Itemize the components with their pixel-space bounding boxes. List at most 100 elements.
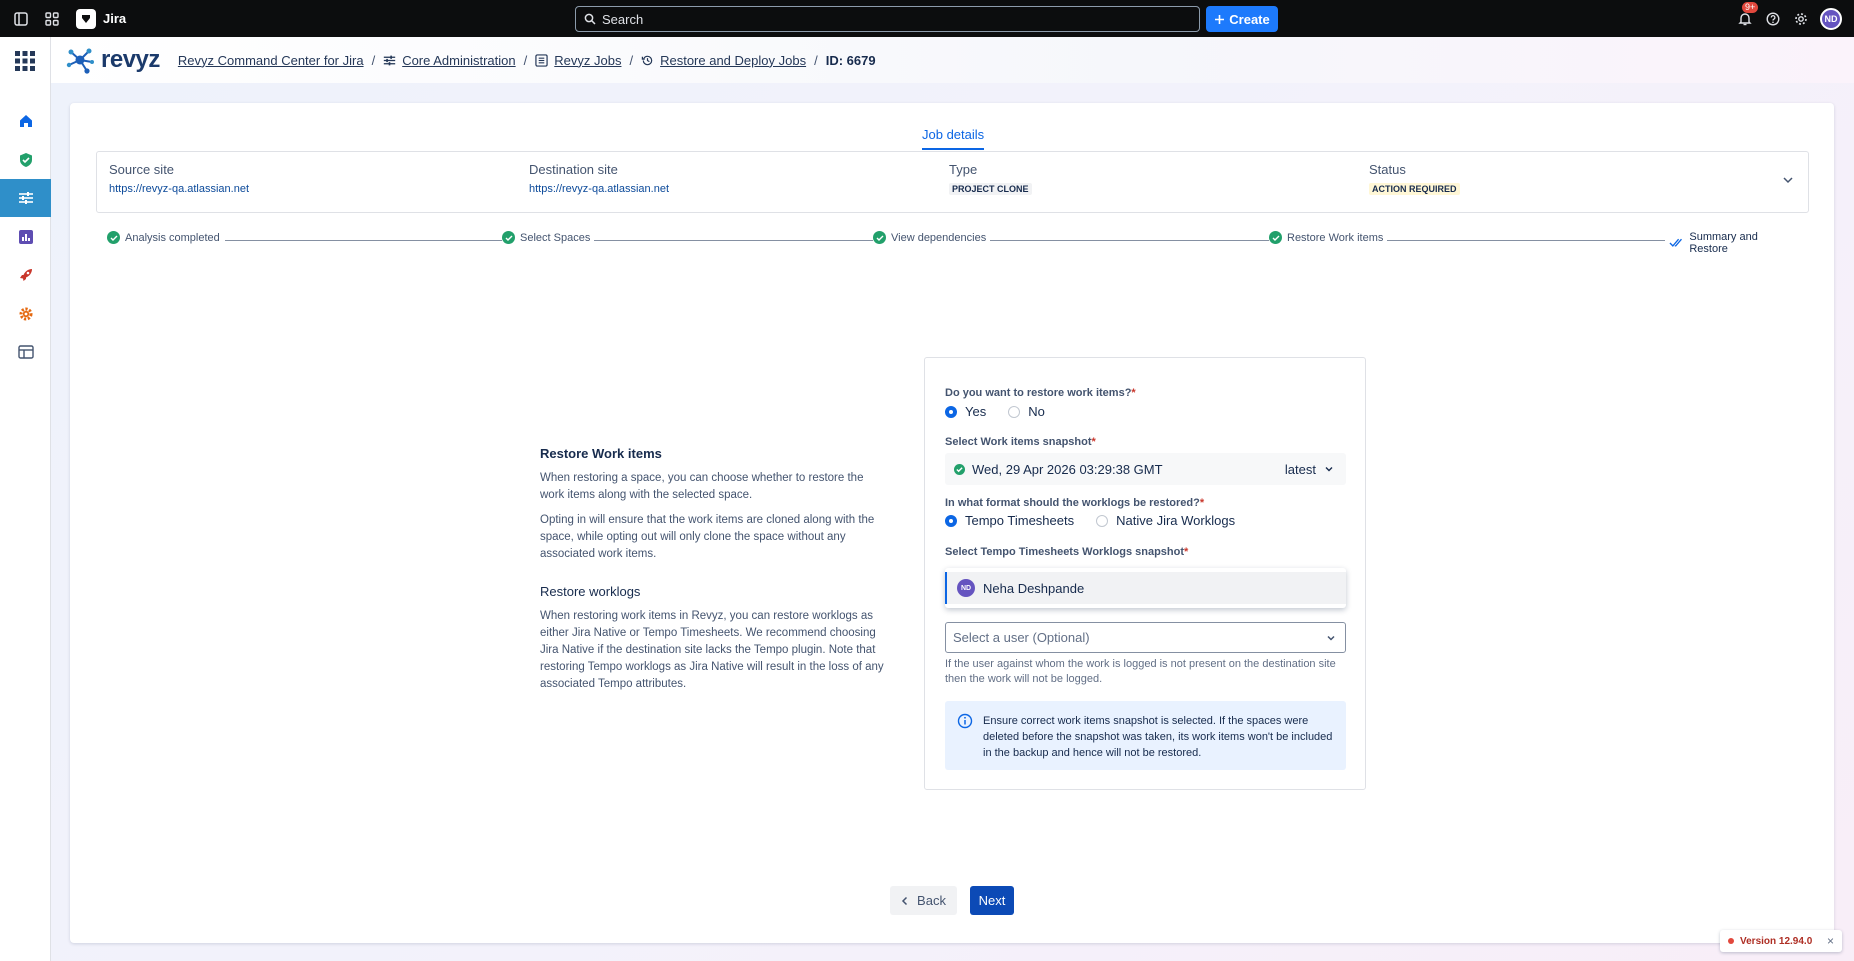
jira-logo-icon — [76, 8, 96, 29]
help-icon[interactable] — [1764, 10, 1782, 28]
snapshot-value: Wed, 29 Apr 2026 03:29:38 GMT — [972, 461, 1163, 477]
step-label: Select Spaces — [520, 231, 591, 244]
type-column: Type PROJECT CLONE — [949, 162, 1032, 195]
source-site-value: https://revyz-qa.atlassian.net — [109, 183, 250, 195]
check-circle-icon — [954, 463, 965, 475]
breadcrumb-separator: / — [629, 52, 634, 68]
user-dropdown-menu: ND Neha Deshpande — [945, 568, 1346, 608]
source-site-label: Source site — [109, 162, 175, 177]
breadcrumb: Revyz Command Center for Jira / Core Adm… — [178, 53, 876, 68]
check-circle-icon — [873, 231, 886, 244]
chevron-down-icon[interactable] — [1782, 174, 1794, 189]
list-icon — [535, 53, 548, 67]
user-avatar: ND — [957, 579, 975, 597]
radio-tempo-timesheets[interactable] — [945, 514, 957, 527]
work-items-snapshot-select[interactable]: Wed, 29 Apr 2026 03:29:38 GMT latest — [945, 453, 1346, 485]
notifications-icon[interactable]: 9+ — [1736, 1, 1759, 28]
left-sidebar — [0, 37, 51, 961]
source-site-column: Source site https://revyz-qa.atlassian.n… — [109, 162, 249, 195]
step-select-spaces: Select Spaces — [502, 231, 595, 244]
chevron-down-icon — [1325, 467, 1333, 472]
revyz-logo[interactable]: revyz — [63, 43, 160, 77]
destination-site-column: Destination site https://revyz-qa.atlass… — [529, 162, 669, 195]
progress-stepper: Analysis completed Select Spaces View de… — [107, 231, 1799, 255]
sidebar-toggle-icon[interactable] — [11, 9, 31, 29]
step-label: View dependencies — [891, 231, 987, 244]
step-label: Restore Work items — [1287, 231, 1384, 244]
step-analysis-completed: Analysis completed — [107, 231, 224, 244]
search-icon — [584, 13, 596, 25]
settings-cog-icon[interactable] — [0, 295, 51, 333]
restore-description: Restore Work items When restoring a spac… — [540, 445, 885, 701]
check-circle-icon — [107, 231, 120, 244]
snapshot-latest-tag: latest — [1285, 462, 1334, 477]
info-message: Ensure correct work items snapshot is se… — [945, 701, 1346, 770]
step-label: Summary and Restore — [1689, 231, 1758, 255]
shield-icon[interactable] — [0, 141, 51, 179]
user-select-help-text: If the user against whom the work is log… — [945, 658, 1336, 685]
dropdown-option-user[interactable]: ND Neha Deshpande — [945, 572, 1346, 604]
notification-badge: 9+ — [1742, 1, 1759, 13]
work-items-snapshot-label: Select Work items snapshot* — [945, 436, 1096, 448]
revyz-brand-name: revyz — [101, 46, 160, 73]
next-button[interactable]: Next — [970, 886, 1014, 915]
user-select[interactable]: Select a user (Optional) — [945, 622, 1346, 653]
create-button-label: Create — [1229, 11, 1270, 27]
search-input[interactable]: Search — [575, 6, 1200, 32]
history-icon — [641, 54, 654, 67]
radio-native-label: Native Jira Worklogs — [1116, 513, 1236, 528]
apps-grid-icon[interactable] — [14, 50, 36, 75]
create-button[interactable]: Create — [1206, 6, 1278, 32]
radio-native-jira-worklogs[interactable] — [1096, 514, 1109, 527]
app-switcher-icon[interactable] — [42, 9, 62, 29]
chevron-down-icon — [1327, 635, 1335, 641]
app-header: revyz Revyz Command Center for Jira / Co… — [51, 37, 1854, 83]
status-badge: ACTION REQUIRED — [1369, 183, 1460, 195]
restore-work-items-radio-group: Yes No — [945, 404, 1045, 419]
description-title: Restore Work items — [540, 446, 662, 461]
breadcrumb-restore-deploy-jobs[interactable]: Restore and Deploy Jobs — [660, 53, 806, 68]
worklogs-paragraph: When restoring work items in Revyz, you … — [540, 610, 884, 690]
search-placeholder: Search — [602, 11, 644, 27]
settings-gear-icon[interactable] — [1792, 10, 1810, 28]
top-navigation-bar: Jira Search Create 9+ ND — [0, 0, 1854, 37]
status-dot-icon — [1728, 938, 1734, 944]
restore-options-panel: Do you want to restore work items?* Yes … — [924, 357, 1366, 790]
table-icon[interactable] — [0, 333, 51, 371]
destination-site-value: https://revyz-qa.atlassian.net — [529, 183, 670, 195]
jira-logo[interactable]: Jira — [76, 8, 127, 29]
radio-no[interactable] — [1008, 405, 1021, 418]
home-icon[interactable] — [0, 102, 51, 140]
sliders-icon[interactable] — [0, 179, 51, 217]
status-label: Status — [1369, 162, 1406, 177]
breadcrumb-revyz-jobs[interactable]: Revyz Jobs — [554, 53, 621, 68]
user-avatar[interactable]: ND — [1820, 7, 1842, 30]
radio-no-label: No — [1028, 404, 1045, 419]
revyz-logo-icon — [66, 48, 94, 74]
breadcrumb-core-administration[interactable]: Core Administration — [402, 53, 515, 68]
destination-site-label: Destination site — [529, 162, 618, 177]
status-column: Status ACTION REQUIRED — [1369, 162, 1460, 195]
back-button[interactable]: Back — [890, 886, 957, 915]
radio-yes[interactable] — [945, 405, 957, 418]
step-view-dependencies: View dependencies — [873, 231, 991, 244]
worklogs-title: Restore worklogs — [540, 584, 641, 599]
rocket-icon[interactable] — [0, 256, 51, 294]
version-text: Version 12.94.0 — [1740, 935, 1813, 947]
breadcrumb-separator: / — [814, 52, 818, 68]
info-message-text: Ensure correct work items snapshot is se… — [983, 715, 1333, 759]
sliders-icon — [383, 54, 396, 67]
radio-tempo-label: Tempo Timesheets — [965, 513, 1075, 528]
breadcrumb-separator: / — [371, 52, 376, 68]
worklog-format-question: In what format should the worklogs be re… — [945, 497, 1205, 509]
check-circle-icon — [502, 231, 515, 244]
tempo-snapshot-label: Select Tempo Timesheets Worklogs snapsho… — [945, 546, 1189, 558]
step-restore-work-items: Restore Work items — [1269, 231, 1388, 244]
plus-icon — [1215, 14, 1225, 24]
app-name: Jira — [103, 11, 127, 26]
close-icon[interactable]: × — [1827, 934, 1834, 948]
breadcrumb-command-center[interactable]: Revyz Command Center for Jira — [178, 53, 364, 68]
tab-job-details[interactable]: Job details — [922, 127, 985, 150]
reports-chart-icon[interactable] — [0, 218, 51, 256]
version-badge: Version 12.94.0 × — [1720, 930, 1842, 952]
